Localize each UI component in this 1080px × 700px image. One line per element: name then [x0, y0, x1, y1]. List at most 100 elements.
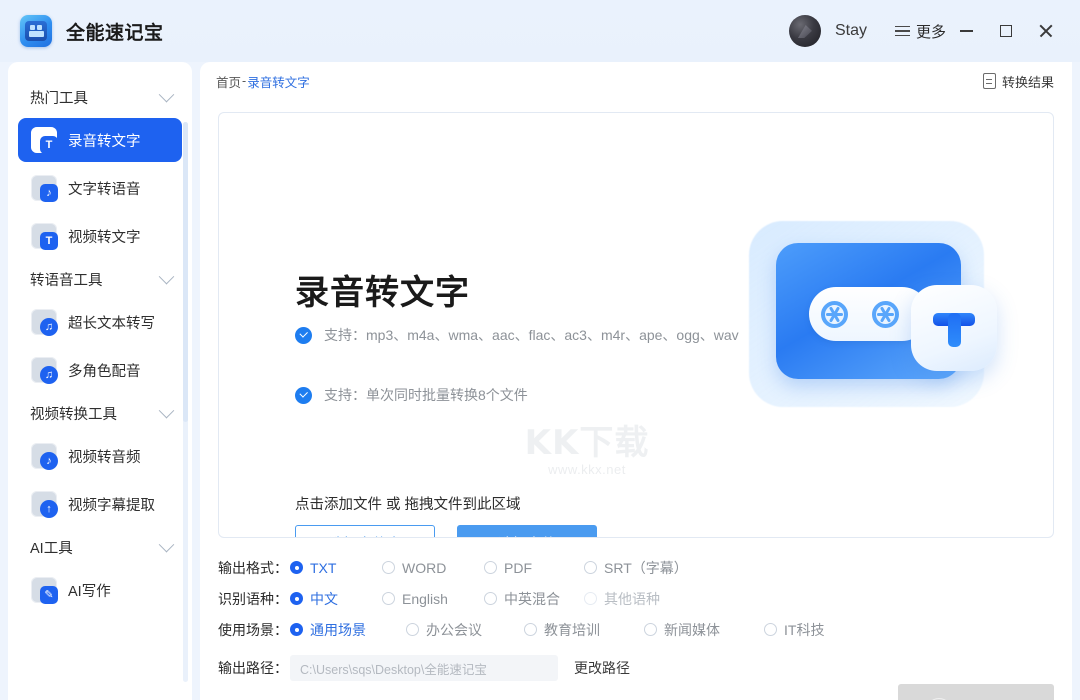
chevron-down-icon — [158, 536, 175, 552]
text-badge-icon — [911, 285, 997, 371]
radio-dot — [290, 623, 303, 636]
radio-scene-general[interactable]: 通用场景 — [290, 620, 406, 640]
sidebar-item-video-to-audio[interactable]: ♪ 视频转音频 — [18, 434, 182, 478]
conversion-result-button[interactable]: 转换结果 — [982, 72, 1054, 91]
sidebar-item-multi-role-dubbing[interactable]: ♫ 多角色配音 — [18, 348, 182, 392]
output-format-row: 输出格式： TXT WORD PDF SRT（字幕） — [218, 552, 1054, 583]
sidebar-item-audio-to-text[interactable]: T 录音转文字 — [18, 118, 182, 162]
radio-dot — [382, 561, 395, 574]
sidebar-item-label: 视频字幕提取 — [68, 497, 155, 514]
change-path-button[interactable]: 更改路径 — [574, 658, 630, 678]
feature-text: 支持：单次同时批量转换8个文件 — [324, 387, 528, 403]
language-row: 识别语种： 中文 English 中英混合 其他语种 — [218, 583, 1054, 614]
sidebar-item-subtitle-extract[interactable]: ↑ 视频字幕提取 — [18, 482, 182, 526]
radio-format-pdf[interactable]: PDF — [484, 560, 584, 576]
radio-language-mixed[interactable]: 中英混合 — [484, 589, 584, 609]
radio-dot — [382, 592, 395, 605]
output-path-field[interactable]: C:\Users\sqs\Desktop\全能速记宝 — [290, 655, 558, 681]
sidebar-group-label: 热门工具 — [30, 90, 88, 107]
sidebar-item-video-to-text[interactable]: T 视频转文字 — [18, 214, 182, 258]
text-to-speech-icon: ♪ — [31, 175, 58, 202]
radio-language-chinese[interactable]: 中文 — [290, 589, 382, 609]
radio-dot — [764, 623, 777, 636]
sidebar-group-speech-tools[interactable]: 转语音工具 — [8, 262, 192, 296]
chevron-down-icon — [158, 402, 175, 418]
close-button[interactable] — [1026, 0, 1066, 62]
output-path-label: 输出路径： — [218, 660, 288, 676]
sidebar-group-ai-tools[interactable]: AI工具 — [8, 530, 192, 564]
radio-scene-news[interactable]: 新闻媒体 — [644, 620, 764, 640]
radio-dot — [406, 623, 419, 636]
sidebar-item-long-text-transcribe[interactable]: ♫ 超长文本转写 — [18, 300, 182, 344]
sidebar-scrollbar-thumb[interactable] — [183, 122, 188, 422]
file-drop-area[interactable]: 录音转文字 支持：mp3、m4a、wma、aac、flac、ac3、m4r、ap… — [218, 112, 1054, 538]
sidebar-item-label: 超长文本转写 — [68, 315, 155, 332]
start-conversion-button[interactable]: 开始转换 — [898, 684, 1054, 700]
sidebar-scroll-area: 热门工具 T 录音转文字 ♪ 文字转语音 T 视频转文字 转语音工具 ♫ 超长文… — [8, 62, 192, 700]
radio-language-english[interactable]: English — [382, 591, 484, 607]
minimize-button[interactable] — [946, 0, 986, 62]
radio-scene-meeting[interactable]: 办公会议 — [406, 620, 524, 640]
radio-format-srt[interactable]: SRT（字幕） — [584, 558, 688, 578]
chevron-down-icon — [158, 268, 175, 284]
radio-scene-education[interactable]: 教育培训 — [524, 620, 644, 640]
feature-item: 支持：mp3、m4a、wma、aac、flac、ac3、m4r、ape、ogg、… — [295, 325, 795, 346]
close-icon — [1038, 23, 1054, 39]
sidebar-item-label: 多角色配音 — [68, 363, 141, 380]
more-menu-button[interactable]: 更多 — [894, 21, 946, 42]
sidebar-group-video-tools[interactable]: 视频转换工具 — [8, 396, 192, 430]
watermark-main: KK下载 — [524, 423, 650, 463]
radio-dot — [290, 592, 303, 605]
maximize-button[interactable] — [986, 0, 1026, 62]
radio-dot — [584, 592, 597, 605]
user-name[interactable]: Stay — [835, 22, 867, 40]
radio-label: PDF — [504, 559, 532, 576]
breadcrumb-separator: - — [242, 74, 247, 88]
feature-item: 支持：单次同时批量转换8个文件 — [295, 385, 795, 406]
chevron-down-icon — [158, 86, 175, 102]
radio-label: 其他语种 — [604, 590, 660, 607]
watermark: KK下载 www.kkx.net — [487, 415, 687, 477]
radio-format-word[interactable]: WORD — [382, 560, 484, 576]
breadcrumb-bar: 首页 - 录音转文字 转换结果 — [200, 62, 1072, 100]
sidebar-item-text-to-speech[interactable]: ♪ 文字转语音 — [18, 166, 182, 210]
radio-label: 通用场景 — [310, 621, 366, 638]
tape-reel-icon — [872, 301, 899, 328]
radio-dot — [290, 561, 303, 574]
radio-label: 中文 — [310, 590, 338, 607]
video-to-text-icon: T — [31, 223, 58, 250]
radio-label: IT科技 — [784, 621, 825, 638]
sidebar-item-label: 录音转文字 — [68, 133, 141, 150]
radio-dot — [484, 561, 497, 574]
sidebar-group-label: AI工具 — [30, 540, 73, 557]
output-format-label: 输出格式： — [218, 559, 288, 576]
conversion-result-label: 转换结果 — [1001, 74, 1054, 90]
radio-label: 教育培训 — [544, 621, 600, 638]
audio-to-text-icon: T — [31, 127, 58, 154]
video-to-audio-icon: ♪ — [31, 443, 58, 470]
sidebar-scrollbar[interactable] — [183, 122, 188, 682]
avatar[interactable] — [788, 15, 821, 47]
sidebar-item-ai-writing[interactable]: ✎ AI写作 — [18, 568, 182, 612]
breadcrumb-home[interactable]: 首页 — [216, 72, 241, 91]
sidebar-group-hot-tools[interactable]: 热门工具 — [8, 80, 192, 114]
multi-role-dubbing-icon: ♫ — [31, 357, 58, 384]
radio-language-other[interactable]: 其他语种 — [584, 589, 660, 609]
radio-scene-it[interactable]: IT科技 — [764, 620, 824, 640]
radio-label: English — [402, 590, 448, 607]
select-file-button[interactable]: 选择文件 — [457, 525, 597, 537]
breadcrumb-current[interactable]: 录音转文字 — [247, 72, 310, 91]
radio-format-txt[interactable]: TXT — [290, 560, 382, 576]
main-content: 首页 - 录音转文字 转换结果 录音转文字 支持：mp3、m4a、wma、aac… — [200, 62, 1072, 700]
watermark-sub: www.kkx.net — [548, 462, 626, 477]
maximize-icon — [1000, 25, 1012, 37]
subtitle-extract-icon: ↑ — [31, 491, 58, 518]
radio-label: SRT（字幕） — [604, 559, 688, 576]
app-logo-icon — [20, 15, 52, 47]
sidebar-item-label: 文字转语音 — [68, 181, 141, 198]
page-title: 录音转文字 — [295, 274, 470, 312]
select-folder-button[interactable]: 选择文件夹 — [295, 525, 435, 537]
sidebar-group-label: 视频转换工具 — [30, 406, 117, 423]
feature-text: 支持：mp3、m4a、wma、aac、flac、ac3、m4r、ape、ogg、… — [324, 327, 739, 343]
radio-label: TXT — [310, 559, 337, 576]
